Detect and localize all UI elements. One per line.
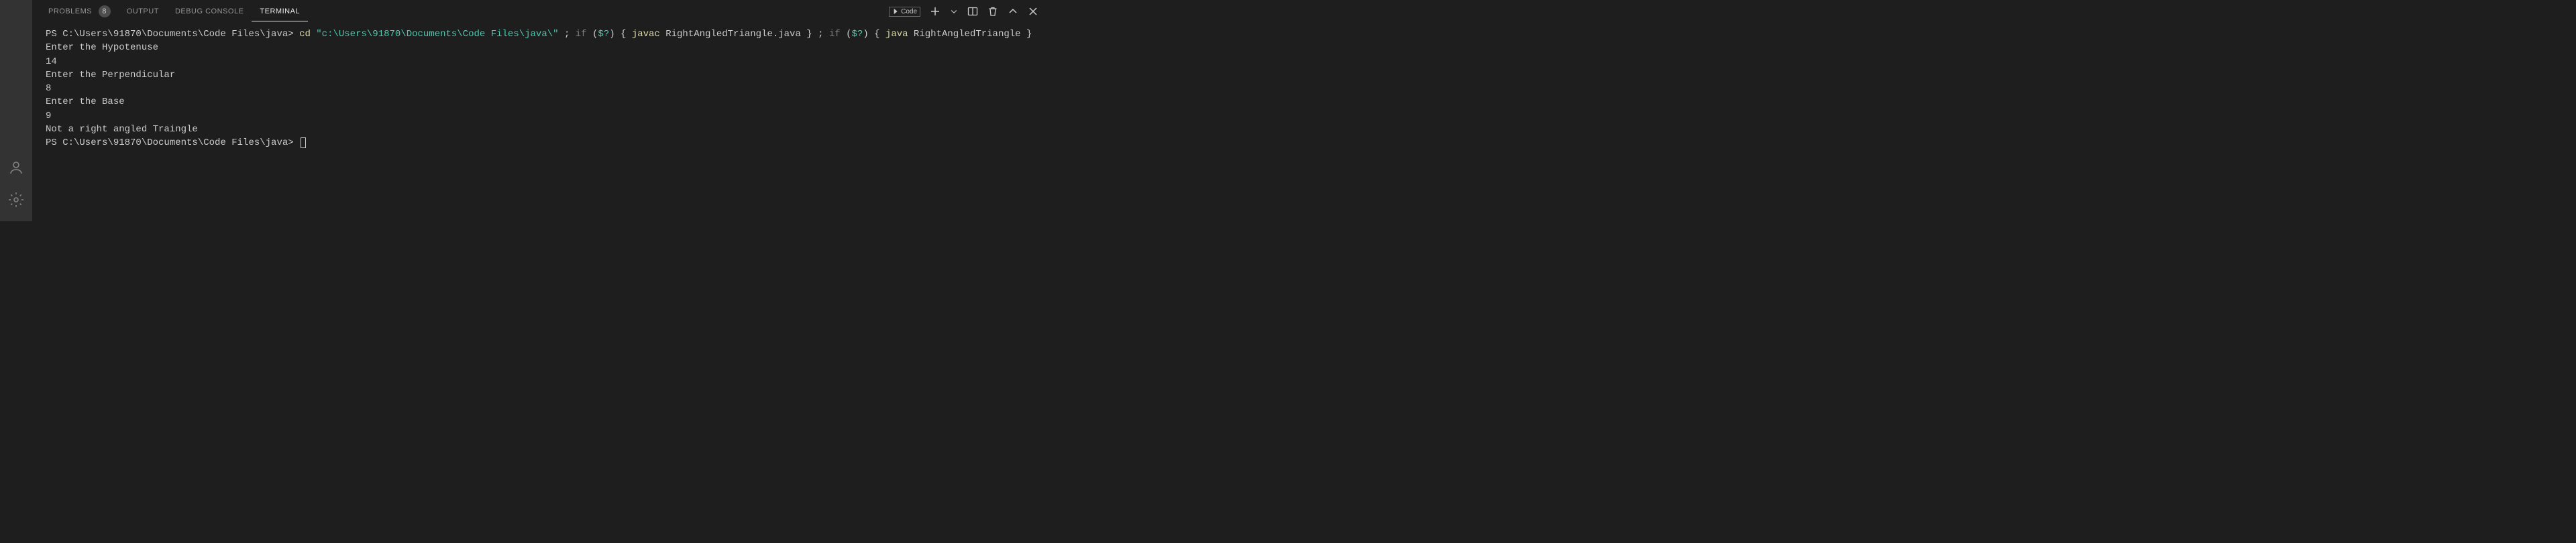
terminal-line: PS C:\Users\91870\Documents\Code Files\j…: [46, 27, 1038, 41]
terminal-line: PS C:\Users\91870\Documents\Code Files\j…: [46, 136, 1038, 149]
cmd-paren: ) {: [863, 29, 885, 40]
accounts-icon[interactable]: [8, 160, 24, 176]
cmd-var: $?: [598, 29, 609, 40]
prompt-text: PS C:\Users\91870\Documents\Code Files\j…: [46, 29, 299, 40]
problems-badge: 8: [99, 5, 111, 17]
caret-right-icon: [892, 8, 899, 15]
tab-terminal[interactable]: TERMINAL: [252, 2, 308, 21]
cmd-paren: (: [587, 29, 598, 40]
cmd-var: $?: [852, 29, 863, 40]
profile-label: Code: [901, 8, 917, 15]
chevron-down-icon[interactable]: [950, 7, 958, 15]
terminal-line: Enter the Base: [46, 95, 1038, 109]
settings-gear-icon[interactable]: [8, 192, 24, 208]
terminal-line: 14: [46, 55, 1038, 68]
kill-terminal-icon[interactable]: [987, 6, 998, 17]
terminal-line: Not a right angled Traingle: [46, 123, 1038, 136]
new-terminal-icon[interactable]: [930, 6, 941, 17]
cmd-path: "c:\Users\91870\Documents\Code Files\jav…: [311, 29, 559, 40]
prompt-text: PS C:\Users\91870\Documents\Code Files\j…: [46, 137, 299, 148]
tab-problems[interactable]: PROBLEMS 8: [40, 0, 119, 23]
terminal-line: 8: [46, 82, 1038, 95]
terminal-cursor: [301, 137, 306, 148]
cmd-if: if: [576, 29, 587, 40]
launch-profile-box: Code: [889, 7, 920, 17]
close-panel-icon[interactable]: [1028, 6, 1038, 17]
terminal-content[interactable]: PS C:\Users\91870\Documents\Code Files\j…: [32, 23, 1052, 221]
terminal-line: 9: [46, 109, 1038, 123]
cmd-brace: } ;: [806, 29, 829, 40]
cmd-java: java: [885, 29, 908, 40]
cmd-cd: cd: [299, 29, 311, 40]
cmd-class: RightAngledTriangle: [908, 29, 1026, 40]
activity-bar: [0, 0, 32, 221]
panel-actions: Code: [889, 6, 1044, 17]
cmd-javac: javac: [632, 29, 660, 40]
panel-tab-bar: PROBLEMS 8 OUTPUT DEBUG CONSOLE TERMINAL…: [32, 0, 1052, 23]
tab-debug-console[interactable]: DEBUG CONSOLE: [167, 2, 252, 21]
cmd-brace: }: [1026, 29, 1032, 40]
maximize-panel-icon[interactable]: [1008, 6, 1018, 17]
terminal-line: Enter the Hypotenuse: [46, 41, 1038, 54]
terminal-line: Enter the Perpendicular: [46, 68, 1038, 82]
cmd-sep: ;: [559, 29, 576, 40]
split-terminal-icon[interactable]: [967, 6, 978, 17]
tab-output[interactable]: OUTPUT: [119, 2, 167, 21]
tab-problems-label: PROBLEMS: [48, 7, 92, 15]
launch-profile-selector[interactable]: Code: [889, 7, 920, 17]
cmd-file: RightAngledTriangle.java: [660, 29, 806, 40]
panel-area: PROBLEMS 8 OUTPUT DEBUG CONSOLE TERMINAL…: [32, 0, 1052, 221]
cmd-if: if: [829, 29, 841, 40]
cmd-paren: (: [841, 29, 852, 40]
cmd-paren: ) {: [609, 29, 632, 40]
